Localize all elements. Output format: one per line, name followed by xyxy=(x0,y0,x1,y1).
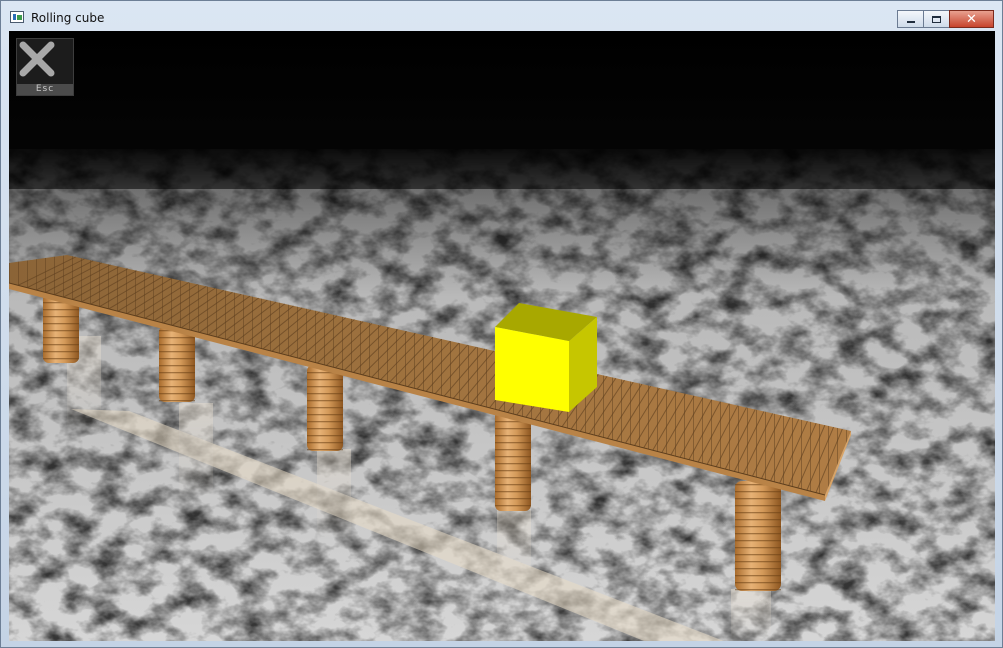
close-icon: ✕ xyxy=(966,11,977,27)
scene-canvas xyxy=(9,31,995,641)
pillar xyxy=(495,411,531,511)
rolling-cube[interactable] xyxy=(495,303,597,412)
pillar xyxy=(159,326,195,402)
maximize-button[interactable] xyxy=(923,10,950,28)
sky xyxy=(9,31,995,161)
minimize-icon xyxy=(906,21,915,23)
app-window: Rolling cube ✕ Esc xyxy=(0,0,1003,648)
window-controls: ✕ xyxy=(897,10,994,28)
app-icon[interactable] xyxy=(10,11,24,23)
close-x-icon xyxy=(19,41,55,77)
escape-button[interactable]: Esc xyxy=(16,38,74,96)
game-viewport[interactable]: Esc xyxy=(9,31,995,641)
minimize-button[interactable] xyxy=(897,10,924,28)
window-title: Rolling cube xyxy=(31,11,105,25)
pillar xyxy=(307,365,343,451)
esc-label: Esc xyxy=(17,84,73,95)
pillar xyxy=(735,481,781,591)
maximize-icon xyxy=(932,15,941,23)
title-bar[interactable]: Rolling cube ✕ xyxy=(1,1,1002,31)
close-button[interactable]: ✕ xyxy=(949,10,994,28)
